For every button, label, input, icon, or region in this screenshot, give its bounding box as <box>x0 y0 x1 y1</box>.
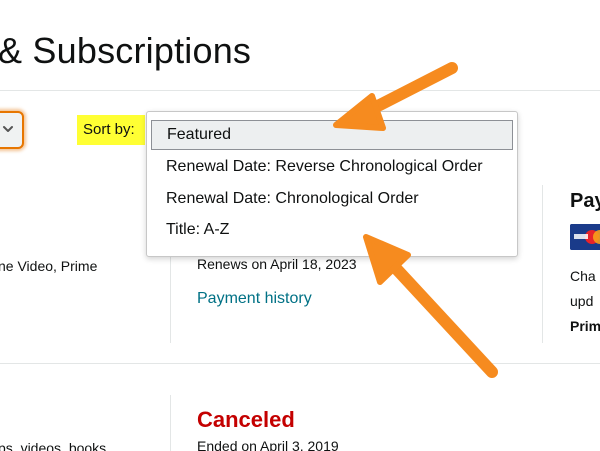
row-divider <box>0 363 600 364</box>
canceled-status: Canceled <box>197 407 295 432</box>
credit-card-icon <box>570 224 600 250</box>
sort-option-featured[interactable]: Featured <box>151 120 513 150</box>
filter-select[interactable] <box>0 111 24 149</box>
payment-line-3: Prim <box>570 318 600 334</box>
payment-heading: Pay <box>570 190 600 212</box>
title-divider <box>0 90 600 91</box>
sort-option-renewal-chronological[interactable]: Renewal Date: Chronological Order <box>151 184 513 214</box>
page-title: & Subscriptions <box>0 30 252 71</box>
orange-arrow-icon <box>363 234 498 378</box>
renewal-date: Renews on April 18, 2023 <box>197 256 357 272</box>
payment-history-link[interactable]: Payment history <box>197 290 312 308</box>
sort-option-title-az[interactable]: Title: A-Z <box>151 215 513 245</box>
sort-dropdown[interactable]: Featured Renewal Date: Reverse Chronolog… <box>146 111 518 257</box>
sort-option-renewal-reverse[interactable]: Renewal Date: Reverse Chronological Orde… <box>151 152 513 182</box>
sort-by-label: Sort by: <box>77 115 145 145</box>
subscription-description: ne Video, Prime <box>0 258 98 274</box>
chevron-down-icon <box>3 126 13 132</box>
column-divider <box>170 395 171 451</box>
subscription-description: ps, videos, books <box>0 440 107 451</box>
payment-line-2: upd <box>570 293 594 309</box>
column-divider <box>542 185 543 343</box>
ended-date: Ended on April 3, 2019 <box>197 438 339 451</box>
subscriptions-page: & Subscriptions Sort by: ne Video, Prime… <box>0 0 600 451</box>
payment-line-1: Cha <box>570 268 596 284</box>
